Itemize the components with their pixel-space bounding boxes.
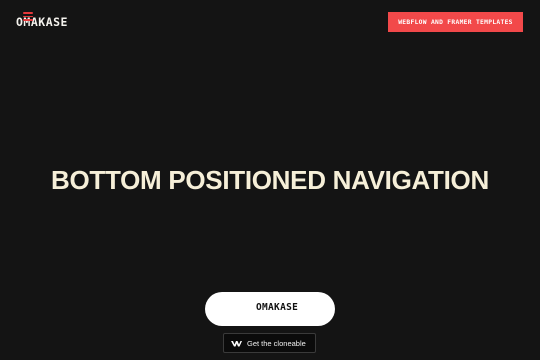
bottom-nav-logo[interactable]: OMAKASE xyxy=(256,302,298,314)
hamburger-menu-icon[interactable] xyxy=(23,12,33,21)
templates-cta-button[interactable]: WEBFLOW AND FRAMER TEMPLATES xyxy=(388,12,523,32)
menu-bar xyxy=(23,19,33,21)
webflow-icon xyxy=(231,340,242,346)
menu-bar xyxy=(23,12,33,14)
get-cloneable-button[interactable]: Get the cloneable xyxy=(223,333,316,353)
menu-bar xyxy=(23,15,33,18)
get-cloneable-label: Get the cloneable xyxy=(247,338,306,348)
hero-title: BOTTOM POSITIONED NAVIGATION xyxy=(51,165,489,195)
page: OMAKASE WEBFLOW AND FRAMER TEMPLATES BOT… xyxy=(0,0,540,360)
